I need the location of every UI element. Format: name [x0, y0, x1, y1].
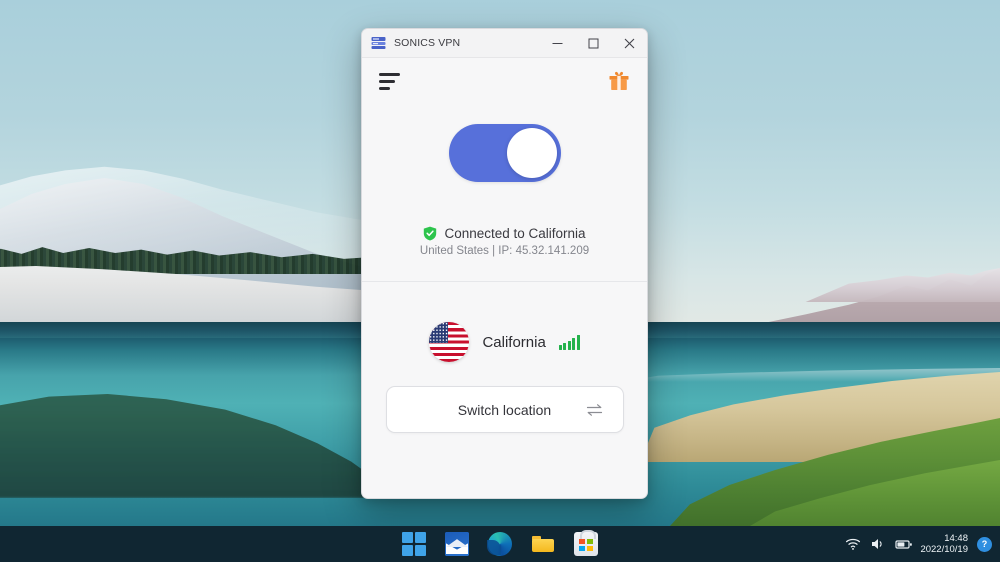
- wifi-icon[interactable]: [845, 536, 861, 552]
- start-tile-1: [402, 532, 413, 543]
- location-panel: California Switch location: [362, 282, 647, 498]
- signal-bar-4: [572, 338, 575, 350]
- hamburger-menu-icon[interactable]: [379, 73, 400, 90]
- taskbar-icons: [402, 532, 598, 556]
- vpn-app-window: SONICS VPN: [361, 28, 648, 499]
- system-tray: 14:48 2022/10/19 ?: [845, 526, 992, 562]
- store-icon[interactable]: [574, 532, 598, 556]
- minimize-icon: [552, 38, 563, 49]
- battery-icon[interactable]: [895, 536, 911, 552]
- help-badge-icon[interactable]: ?: [977, 537, 992, 552]
- clock-date: 2022/10/19: [920, 544, 968, 556]
- swap-arrows-icon: [586, 403, 603, 417]
- location-name: California: [482, 334, 545, 351]
- close-button[interactable]: [611, 29, 647, 58]
- current-location-row[interactable]: California: [429, 322, 579, 362]
- store-tile-4: [587, 546, 593, 551]
- signal-bars-icon: [559, 335, 580, 350]
- start-tile-4: [415, 545, 426, 556]
- window-controls: [539, 29, 647, 58]
- store-grid: [579, 539, 593, 551]
- window-titlebar[interactable]: SONICS VPN: [362, 29, 647, 58]
- store-tile-3: [579, 546, 585, 551]
- connection-status-line: Connected to California: [420, 226, 589, 241]
- connection-panel: Connected to California United States | …: [362, 104, 647, 282]
- connection-status: Connected to California United States | …: [420, 226, 589, 257]
- signal-bar-5: [577, 335, 580, 350]
- vpn-power-toggle[interactable]: [449, 124, 561, 182]
- start-tile-3: [402, 545, 413, 556]
- start-tile-2: [415, 532, 426, 543]
- window-title: SONICS VPN: [394, 37, 539, 49]
- switch-location-button[interactable]: Switch location: [386, 386, 624, 433]
- signal-bar-3: [568, 341, 571, 350]
- clock-time: 14:48: [920, 533, 968, 545]
- gift-icon[interactable]: [608, 70, 630, 92]
- windows-logo-icon[interactable]: [402, 532, 426, 556]
- hamburger-line-2: [379, 80, 395, 83]
- hamburger-line-3: [379, 87, 390, 90]
- server-icon: [371, 36, 386, 50]
- shield-check-icon: [423, 226, 437, 241]
- hamburger-line-1: [379, 73, 400, 76]
- mail-icon[interactable]: [445, 532, 469, 556]
- us-flag-icon: [429, 322, 469, 362]
- flag-canton: [429, 322, 448, 343]
- signal-bar-1: [559, 345, 562, 350]
- app-topbar: [362, 58, 647, 104]
- maximize-icon: [588, 38, 599, 49]
- mail-envelope: [445, 532, 469, 556]
- store-tile-2: [587, 539, 593, 544]
- minimize-button[interactable]: [539, 29, 575, 58]
- windows-taskbar: 14:48 2022/10/19 ?: [0, 526, 1000, 562]
- folder-icon[interactable]: [531, 532, 555, 556]
- signal-bar-2: [563, 343, 566, 350]
- switch-location-label: Switch location: [458, 402, 551, 418]
- connection-detail-text: United States | IP: 45.32.141.209: [420, 245, 589, 257]
- connection-status-text: Connected to California: [444, 226, 585, 241]
- toggle-knob: [507, 128, 557, 178]
- edge-browser-icon[interactable]: [488, 532, 512, 556]
- speaker-icon[interactable]: [870, 536, 886, 552]
- maximize-button[interactable]: [575, 29, 611, 58]
- store-tile-1: [579, 539, 585, 544]
- clock[interactable]: 14:48 2022/10/19: [920, 533, 968, 556]
- close-icon: [624, 38, 635, 49]
